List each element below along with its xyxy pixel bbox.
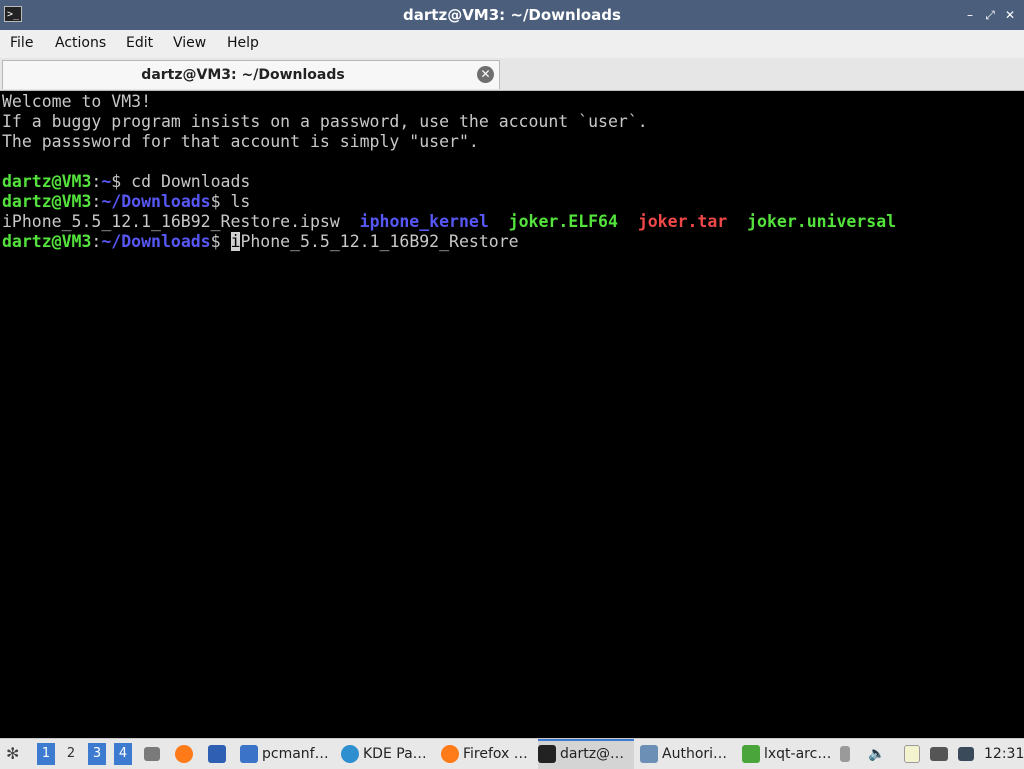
prompt-colon: : xyxy=(91,232,102,251)
taskbar: ✻ 1 2 3 4 pcmanf… KDE Pa… Firefox … dart… xyxy=(0,738,1024,769)
info-line: If a buggy program insists on a password… xyxy=(2,112,648,131)
desktop-launcher-icon[interactable] xyxy=(208,739,230,769)
task-lxqt-archiver[interactable]: lxqt-arc… xyxy=(742,739,834,769)
kde-icon xyxy=(341,745,359,763)
file-joker-tar: joker.tar xyxy=(637,212,728,231)
task-label: KDE Pa… xyxy=(363,746,427,762)
menu-file[interactable]: File xyxy=(10,35,33,51)
command-text: ls xyxy=(230,192,251,211)
workspace-4[interactable]: 4 xyxy=(114,743,132,765)
task-authorization[interactable]: Authori… xyxy=(640,739,734,769)
window-title: dartz@VM3: ~/Downloads xyxy=(403,6,621,24)
tab-label: dartz@VM3: ~/Downloads xyxy=(141,67,345,83)
prompt-dollar: $ xyxy=(210,232,231,251)
prompt-path: ~ xyxy=(101,172,112,191)
start-menu-icon[interactable]: ✻ xyxy=(6,739,26,769)
tab-bar: dartz@VM3: ~/Downloads ✕ xyxy=(0,58,1024,91)
prompt-path: ~/Downloads xyxy=(101,192,211,211)
task-label: Authori… xyxy=(662,746,728,762)
tab-terminal[interactable]: dartz@VM3: ~/Downloads ✕ xyxy=(2,60,500,89)
clipboard-icon[interactable] xyxy=(904,739,924,769)
terminal-output[interactable]: Welcome to VM3! If a buggy program insis… xyxy=(0,91,1024,733)
task-firefox[interactable]: Firefox … xyxy=(441,739,535,769)
notification-icon[interactable] xyxy=(958,739,978,769)
prompt-user: dartz@VM3 xyxy=(2,192,92,211)
file-manager-launcher-icon[interactable] xyxy=(144,739,164,769)
task-kde-partition[interactable]: KDE Pa… xyxy=(341,739,435,769)
task-pcmanfm[interactable]: pcmanf… xyxy=(240,739,334,769)
menu-edit[interactable]: Edit xyxy=(126,35,153,51)
welcome-line: Welcome to VM3! xyxy=(2,92,152,111)
folder-icon xyxy=(240,745,258,763)
scroll-handle-icon[interactable] xyxy=(840,739,854,769)
prompt-user: dartz@VM3 xyxy=(2,172,92,191)
minimize-button[interactable]: – xyxy=(962,6,978,24)
workspace-2[interactable]: 2 xyxy=(62,743,80,765)
task-label: lxqt-arc… xyxy=(764,746,832,762)
command-text: Phone_5.5_12.1_16B92_Restore xyxy=(240,232,519,251)
maximize-button[interactable]: ⤢ xyxy=(982,6,998,24)
file-joker-universal: joker.universal xyxy=(747,212,897,231)
prompt-colon: : xyxy=(91,172,102,191)
info-line: The passsword for that account is simply… xyxy=(2,132,479,151)
text-cursor: i xyxy=(230,232,241,251)
task-terminal-active[interactable]: dartz@… xyxy=(538,739,634,769)
workspace-1[interactable]: 1 xyxy=(37,743,55,765)
menu-help[interactable]: Help xyxy=(227,35,259,51)
window-titlebar[interactable]: >_ dartz@VM3: ~/Downloads – ⤢ ✕ xyxy=(0,0,1024,30)
prompt-dollar: $ xyxy=(111,172,132,191)
network-icon[interactable] xyxy=(930,739,952,769)
dir-iphone-kernel: iphone_kernel xyxy=(359,212,489,231)
terminal-icon xyxy=(538,745,556,763)
volume-icon[interactable]: 🔈 xyxy=(868,739,888,769)
firefox-icon xyxy=(441,745,459,763)
task-label: pcmanf… xyxy=(262,746,329,762)
clock[interactable]: 12:31 xyxy=(984,739,1024,769)
task-label: dartz@… xyxy=(560,746,625,762)
menu-view[interactable]: View xyxy=(173,35,206,51)
tab-close-icon[interactable]: ✕ xyxy=(477,66,494,83)
prompt-colon: : xyxy=(91,192,102,211)
archive-icon xyxy=(742,745,760,763)
task-label: Firefox … xyxy=(463,746,528,762)
command-line-current: dartz@VM3:~/Downloads$ iPhone_5.5_12.1_1… xyxy=(2,232,519,252)
prompt-user: dartz@VM3 xyxy=(2,232,92,251)
ls-output-line: iPhone_5.5_12.1_16B92_Restore.ipsw iphon… xyxy=(2,212,896,232)
workspace-3[interactable]: 3 xyxy=(88,743,106,765)
file-joker-elf64: joker.ELF64 xyxy=(508,212,618,231)
command-text: cd Downloads xyxy=(131,172,251,191)
menu-bar: File Actions Edit View Help xyxy=(0,30,1024,59)
command-line: dartz@VM3:~/Downloads$ ls xyxy=(2,192,250,212)
prompt-path: ~/Downloads xyxy=(101,232,211,251)
close-window-button[interactable]: ✕ xyxy=(1002,6,1018,24)
firefox-launcher-icon[interactable] xyxy=(175,739,197,769)
command-line: dartz@VM3:~$ cd Downloads xyxy=(2,172,250,192)
prompt-dollar: $ xyxy=(210,192,231,211)
menu-actions[interactable]: Actions xyxy=(55,35,106,51)
file-ipsw: iPhone_5.5_12.1_16B92_Restore.ipsw xyxy=(2,212,340,231)
auth-icon xyxy=(640,745,658,763)
